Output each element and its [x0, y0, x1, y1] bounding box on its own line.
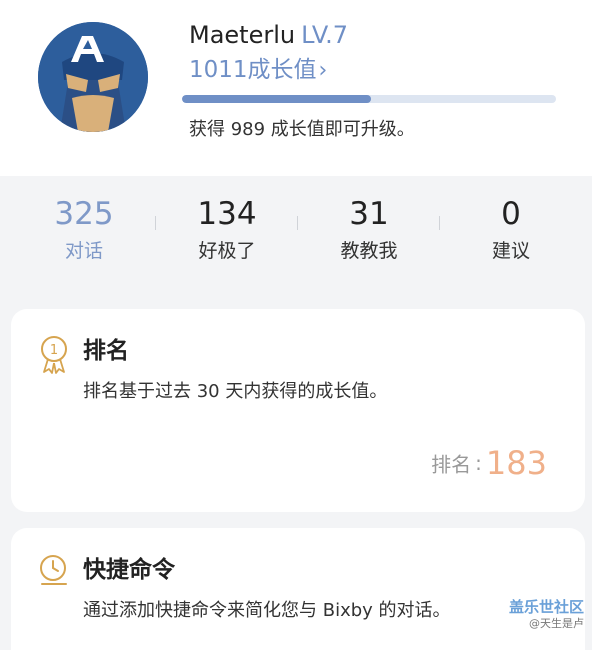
username: Maeterlu: [189, 21, 296, 49]
stat-teach-me[interactable]: 31 教教我: [299, 196, 439, 264]
stat-divider: [155, 216, 156, 230]
watermark-sub: @天生是卢: [529, 617, 584, 630]
stat-suggestions[interactable]: 0 建议: [441, 196, 581, 264]
stat-value: 134: [197, 196, 257, 232]
ranking-card[interactable]: 1 排名 排名基于过去 30 天内获得的成长值。 排名:183: [11, 309, 585, 512]
growth-progress-bar: [182, 95, 556, 103]
captain-america-avatar-icon: [38, 22, 148, 132]
ranking-description: 排名基于过去 30 天内获得的成长值。: [83, 381, 388, 402]
stat-label: 对话: [64, 240, 103, 262]
stats-row: 325 对话 134 好极了 31 教教我 0 建议: [0, 196, 592, 286]
chevron-right-icon: ›: [318, 58, 328, 83]
level-badge: LV.7: [301, 21, 349, 49]
growth-progress-fill: [182, 95, 371, 103]
rank-label: 排名: [431, 452, 472, 477]
stat-value: 325: [54, 196, 114, 232]
username-row: Maeterlu LV.7: [189, 20, 348, 50]
stat-divider: [439, 216, 440, 230]
avatar[interactable]: [38, 22, 148, 132]
stat-label: 建议: [491, 240, 530, 262]
growth-value: 1011成长值: [189, 57, 317, 83]
medal-icon: 1: [39, 335, 69, 375]
growth-value-link[interactable]: 1011成长值›: [189, 56, 327, 85]
stat-label: 教教我: [340, 240, 398, 262]
rank-row: 排名:183: [431, 444, 547, 482]
upgrade-hint: 获得 989 成长值即可升级。: [189, 119, 415, 140]
stat-value: 0: [501, 196, 521, 232]
rank-value: 183: [485, 444, 547, 482]
watermark-main: 盖乐世社区: [508, 598, 584, 616]
shortcut-card[interactable]: 快捷命令 通过添加快捷命令来简化您与 Bixby 的对话。: [11, 528, 585, 650]
ranking-title: 排名: [83, 338, 129, 364]
stat-great[interactable]: 134 好极了: [157, 196, 297, 264]
stat-divider: [297, 216, 298, 230]
profile-header: Maeterlu LV.7 1011成长值› 获得 989 成长值即可升级。: [0, 0, 592, 176]
stat-conversations[interactable]: 325 对话: [14, 196, 154, 264]
shortcut-title: 快捷命令: [83, 557, 175, 583]
stat-value: 31: [349, 196, 389, 232]
clock-icon: [39, 554, 69, 594]
stat-label: 好极了: [198, 240, 256, 262]
rank-colon: :: [475, 451, 482, 475]
medal-number: 1: [50, 343, 58, 358]
watermark: 盖乐世社区 @天生是卢: [509, 598, 584, 632]
shortcut-description: 通过添加快捷命令来简化您与 Bixby 的对话。: [83, 600, 451, 621]
